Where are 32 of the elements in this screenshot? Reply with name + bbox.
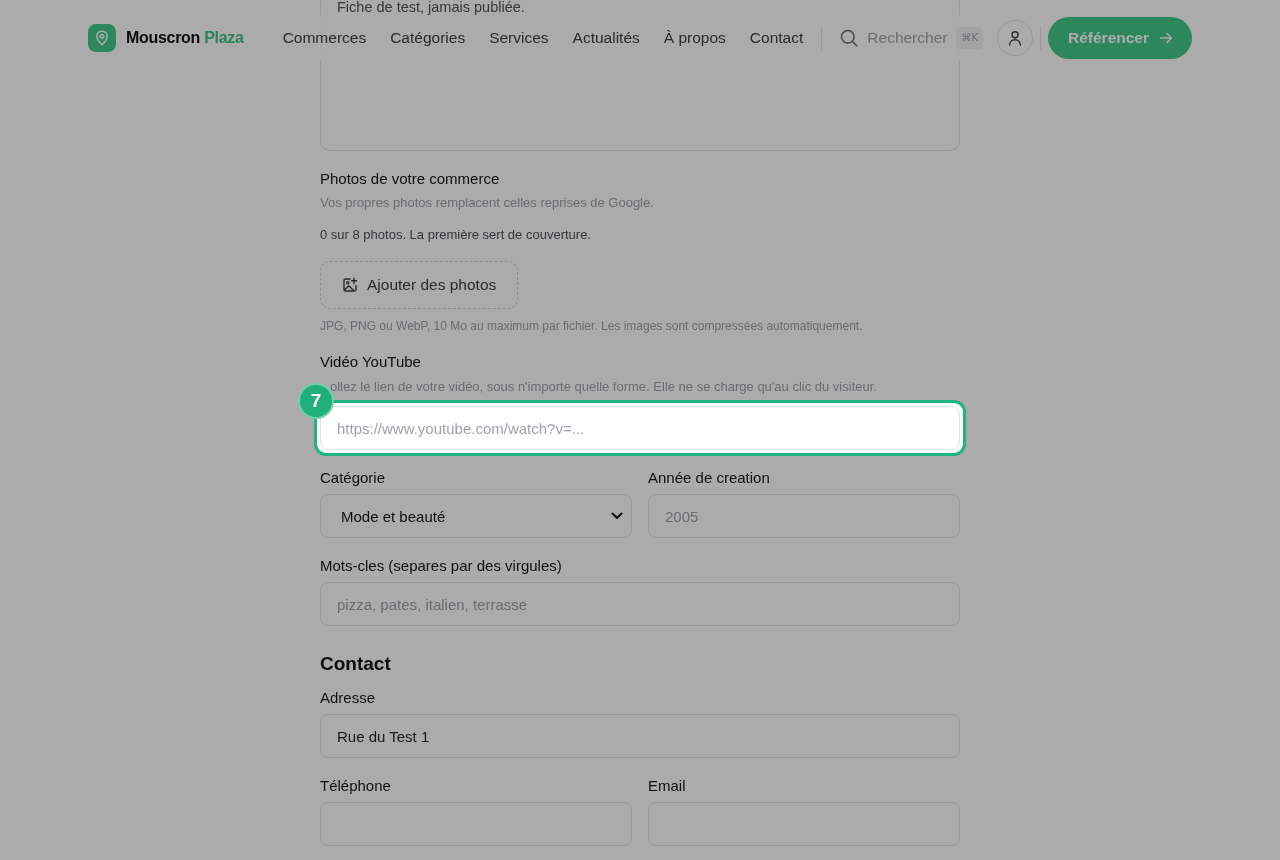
user-icon	[1007, 30, 1023, 46]
section-heading: Contact	[320, 652, 392, 676]
input-field[interactable]: 2005	[648, 494, 960, 538]
field-label: Mots-cles (separes par des virgules)	[320, 556, 563, 576]
help-text: Vos propres photos remplacent celles reprises de Google.	[320, 194, 654, 212]
input-field[interactable]: pizza, pates, italien, terrasse	[320, 582, 960, 626]
nav-link[interactable]: À propos	[663, 29, 726, 47]
nav-link[interactable]: Actualités	[572, 29, 640, 47]
field-label: Téléphone	[320, 776, 392, 796]
add-photos-button[interactable]: Ajouter des photos	[320, 261, 519, 309]
field-label: Email	[648, 776, 687, 796]
select-field[interactable]: Mode et beauté	[320, 494, 632, 538]
section-label: Photos de votre commerce	[320, 169, 500, 189]
account-button[interactable]	[997, 20, 1033, 56]
help-text: ollez le lien de votre vidéo, sous n'importe quelle forme. Elle ne se charge qu'au clic du visiteur.	[330, 378, 878, 396]
nav-link[interactable]: Contact	[749, 29, 804, 47]
chevron-down-icon	[611, 512, 623, 520]
field-label: Année de creation	[648, 468, 771, 488]
field-label: Vidéo YouTube	[320, 352, 422, 372]
field-label: Catégorie	[320, 468, 387, 488]
nav-link[interactable]: Catégories	[390, 29, 466, 47]
input-field[interactable]: https://www.youtube.com/watch?v=...	[320, 406, 960, 450]
hint-text: JPG, PNG ou WebP, 10 Mo au maximum par fichier. Les images sont compressées automatiquement.	[320, 318, 863, 334]
field-label: Adresse	[320, 688, 377, 708]
image-plus-icon	[342, 277, 358, 293]
search-icon	[840, 29, 859, 47]
input-field[interactable]: Rue du Test 1	[320, 714, 960, 758]
nav-link[interactable]: Services	[489, 29, 549, 47]
photo-count-text: 0 sur 8 photos. La première sert de couverture.	[320, 226, 591, 244]
map-pin-icon	[88, 24, 116, 52]
arrow-right-icon	[1159, 31, 1173, 45]
logo-text[interactable]: Mouscron Plaza	[126, 29, 244, 47]
